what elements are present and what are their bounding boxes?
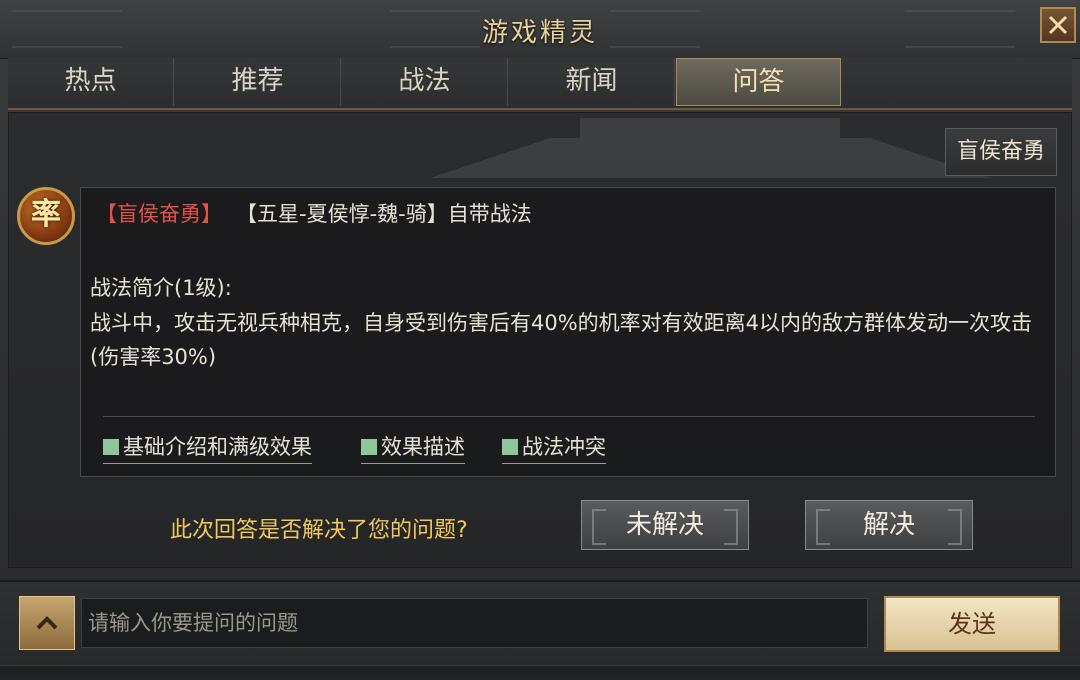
intro-heading: 战法简介(1级): <box>90 276 232 300</box>
skill-tag-button[interactable]: 盲侯奋勇 <box>945 128 1057 176</box>
question-input[interactable] <box>81 598 868 648</box>
tab-tactics[interactable]: 战法 <box>342 58 508 106</box>
skill-name-text: 【盲侯奋勇】 <box>96 202 222 226</box>
link-tactic-conflict[interactable]: 战法冲突 <box>502 431 606 464</box>
tab-bar: 热点 推荐 战法 新闻 问答 <box>8 58 1072 110</box>
unsolved-button-label: 未解决 <box>625 510 704 540</box>
tab-hot[interactable]: 热点 <box>8 58 174 106</box>
title-bar: 游戏精灵 <box>0 0 1080 59</box>
intro-body: 战斗中，攻击无视兵种相克，自身受到伤害后有40%的机率对有效距离4以内的敌方群体… <box>90 311 1033 369</box>
bottom-edge <box>0 665 1080 679</box>
background-roof-decoration <box>430 118 990 178</box>
link-basic-intro[interactable]: 基础介绍和满级效果 <box>103 431 312 464</box>
link-effect-desc[interactable]: 效果描述 <box>361 431 465 464</box>
chevron-up-icon <box>36 616 58 630</box>
tab-qa[interactable]: 问答 <box>676 58 841 106</box>
window-title: 游戏精灵 <box>481 18 598 48</box>
solved-button[interactable]: 解决 <box>805 500 973 550</box>
tab-news[interactable]: 新闻 <box>509 58 675 106</box>
send-button[interactable]: 发送 <box>884 596 1060 652</box>
expand-button[interactable] <box>19 596 75 650</box>
button-left-ornament <box>816 509 830 545</box>
solved-button-label: 解决 <box>862 510 915 540</box>
link-tactic-conflict-label: 战法冲突 <box>522 435 606 459</box>
tab-recommend[interactable]: 推荐 <box>175 58 341 106</box>
answer-headline: 【盲侯奋勇】 【五星-夏侯惇-魏-骑】自带战法 <box>96 198 532 228</box>
green-square-icon <box>361 439 377 455</box>
close-button[interactable] <box>1040 7 1076 43</box>
button-right-ornament <box>948 509 962 545</box>
button-right-ornament <box>724 509 738 545</box>
general-avatar-icon: 率 <box>17 187 75 245</box>
feedback-question: 此次回答是否解决了您的问题? <box>170 518 468 543</box>
unsolved-button[interactable]: 未解决 <box>581 500 749 550</box>
link-effect-desc-label: 效果描述 <box>381 435 465 459</box>
close-icon <box>1048 15 1068 35</box>
hero-info-text: 【五星-夏侯惇-魏-骑】自带战法 <box>236 202 532 226</box>
green-square-icon <box>103 439 119 455</box>
link-basic-intro-label: 基础介绍和满级效果 <box>123 435 312 459</box>
answer-divider <box>103 416 1035 417</box>
button-left-ornament <box>592 509 606 545</box>
green-square-icon <box>502 439 518 455</box>
